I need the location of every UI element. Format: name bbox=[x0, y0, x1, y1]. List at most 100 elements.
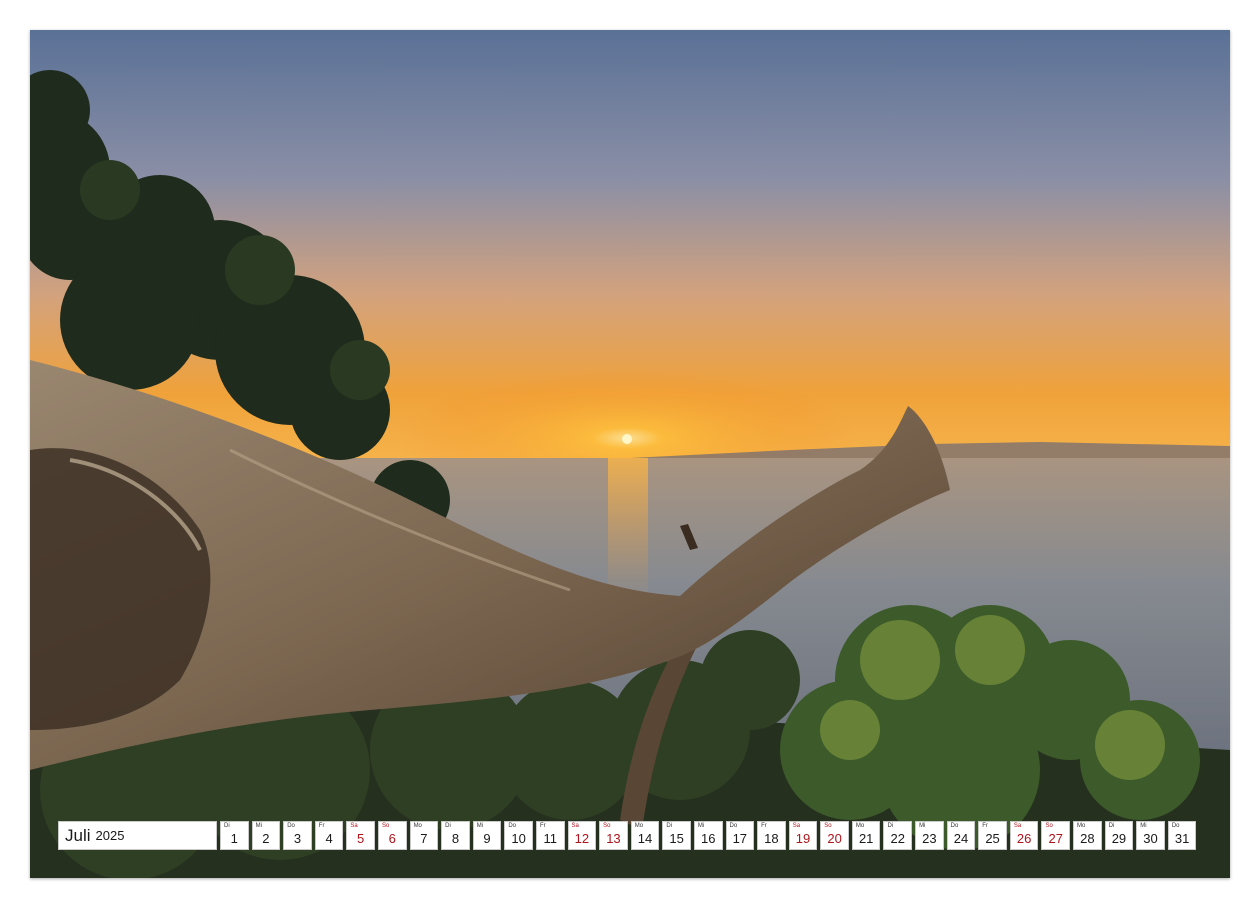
day-cell: Mo 21 bbox=[851, 821, 881, 850]
day-weekday: Do bbox=[508, 823, 517, 829]
day-cell: Mi 23 bbox=[915, 821, 944, 850]
day-cell: Mo 7 bbox=[409, 821, 439, 850]
day-number: 31 bbox=[1174, 831, 1190, 846]
day-number: 24 bbox=[953, 831, 969, 846]
day-cells: Di 1 Mi 2 Do 3 Fr 4 Sa 5 So 6 Mo 7 Di 8 Mi 9 Do 10 Fr 11 Sa 12 S… bbox=[220, 821, 1197, 850]
day-cell: Di 29 bbox=[1104, 821, 1134, 850]
day-number: 17 bbox=[732, 831, 748, 846]
day-cell: So 20 bbox=[820, 821, 849, 850]
day-weekday: Mi bbox=[697, 823, 705, 829]
day-number: 21 bbox=[858, 831, 874, 846]
day-weekday: Fr bbox=[318, 823, 325, 829]
day-cell: Do 17 bbox=[725, 821, 755, 850]
day-weekday: Mo bbox=[413, 823, 422, 829]
day-weekday: Mo bbox=[634, 823, 644, 829]
day-number: 2 bbox=[262, 831, 270, 846]
day-number: 4 bbox=[325, 831, 333, 846]
day-number: 23 bbox=[922, 831, 937, 846]
day-cell: Fr 4 bbox=[314, 821, 344, 850]
day-number: 12 bbox=[574, 831, 590, 846]
day-weekday: Fr bbox=[539, 823, 546, 829]
day-weekday: Di bbox=[887, 823, 894, 829]
day-cell: Mo 28 bbox=[1073, 821, 1102, 850]
day-number: 20 bbox=[827, 831, 842, 846]
day-weekday: Mi bbox=[476, 823, 484, 829]
day-cell: Do 10 bbox=[504, 821, 533, 850]
day-cell: Sa 26 bbox=[1009, 821, 1039, 850]
day-cell: So 27 bbox=[1041, 821, 1071, 850]
day-weekday: So bbox=[1045, 823, 1053, 829]
day-number: 10 bbox=[511, 831, 526, 846]
month-name: Juli bbox=[65, 825, 91, 845]
day-weekday: So bbox=[824, 823, 832, 829]
day-number: 16 bbox=[700, 831, 716, 846]
day-weekday: Do bbox=[729, 823, 738, 829]
sunset-photo bbox=[30, 30, 1230, 878]
day-number: 7 bbox=[420, 831, 428, 846]
day-weekday: Sa bbox=[350, 823, 358, 829]
month-year: 2025 bbox=[95, 828, 125, 843]
day-number: 25 bbox=[985, 831, 1000, 846]
month-label: Juli 2025 bbox=[58, 821, 217, 850]
day-cell: Di 15 bbox=[662, 821, 691, 850]
sunset-scene bbox=[30, 30, 1230, 878]
day-weekday: Mi bbox=[255, 823, 262, 829]
day-weekday: Di bbox=[666, 823, 672, 829]
day-weekday: Mo bbox=[1077, 823, 1086, 829]
day-cell: Mi 30 bbox=[1136, 821, 1165, 850]
day-number: 1 bbox=[230, 831, 238, 846]
day-weekday: Mo bbox=[855, 823, 865, 829]
day-number: 28 bbox=[1080, 831, 1095, 846]
day-weekday: So bbox=[603, 823, 611, 829]
day-number: 13 bbox=[606, 831, 621, 846]
day-cell: Mi 16 bbox=[693, 821, 723, 850]
day-cell: Sa 5 bbox=[346, 821, 375, 850]
day-number: 26 bbox=[1016, 831, 1032, 846]
day-cell: Do 31 bbox=[1167, 821, 1197, 850]
day-number: 9 bbox=[483, 831, 491, 846]
day-weekday: Di bbox=[224, 823, 230, 829]
day-cell: Mi 9 bbox=[472, 821, 502, 850]
day-number: 30 bbox=[1143, 831, 1158, 846]
day-weekday: Fr bbox=[761, 823, 767, 829]
day-cell: Sa 12 bbox=[567, 821, 597, 850]
day-cell: Fr 18 bbox=[757, 821, 786, 850]
day-weekday: Do bbox=[950, 823, 959, 829]
day-cell: Sa 19 bbox=[788, 821, 818, 850]
day-weekday: Sa bbox=[571, 823, 579, 829]
day-weekday: Mi bbox=[919, 823, 926, 829]
day-number: 19 bbox=[795, 831, 811, 846]
day-weekday: Di bbox=[1108, 823, 1115, 829]
day-number: 14 bbox=[637, 831, 653, 846]
day-number: 3 bbox=[293, 831, 302, 846]
day-weekday: Sa bbox=[792, 823, 801, 829]
day-number: 8 bbox=[451, 831, 460, 846]
day-cell: Di 22 bbox=[883, 821, 913, 850]
day-number: 11 bbox=[543, 831, 557, 846]
day-cell: Di 1 bbox=[220, 821, 249, 850]
day-number: 27 bbox=[1048, 831, 1063, 846]
day-cell: Di 8 bbox=[441, 821, 470, 850]
day-weekday: Fr bbox=[982, 823, 988, 829]
day-cell: Fr 11 bbox=[535, 821, 565, 850]
day-weekday: Sa bbox=[1013, 823, 1022, 829]
day-weekday: Mi bbox=[1140, 823, 1147, 829]
day-number: 29 bbox=[1111, 831, 1127, 846]
day-cell: Fr 25 bbox=[978, 821, 1007, 850]
day-cell: Mi 2 bbox=[251, 821, 281, 850]
calendar-strip: Juli 2025 Di 1 Mi 2 Do 3 Fr 4 Sa 5 So 6 Mo 7 Di 8 Mi 9 Do 1… bbox=[58, 821, 1197, 850]
day-number: 18 bbox=[764, 831, 779, 846]
day-weekday: So bbox=[381, 823, 390, 829]
day-weekday: Do bbox=[1171, 823, 1180, 829]
day-number: 6 bbox=[388, 831, 396, 846]
day-number: 15 bbox=[669, 831, 684, 846]
day-cell: Do 24 bbox=[946, 821, 976, 850]
day-cell: Do 3 bbox=[283, 821, 312, 850]
day-number: 22 bbox=[890, 831, 905, 846]
day-weekday: Do bbox=[287, 823, 295, 829]
day-cell: Mo 14 bbox=[630, 821, 660, 850]
day-number: 5 bbox=[357, 831, 365, 846]
day-cell: So 6 bbox=[377, 821, 407, 850]
day-weekday: Di bbox=[445, 823, 451, 829]
day-cell: So 13 bbox=[599, 821, 628, 850]
